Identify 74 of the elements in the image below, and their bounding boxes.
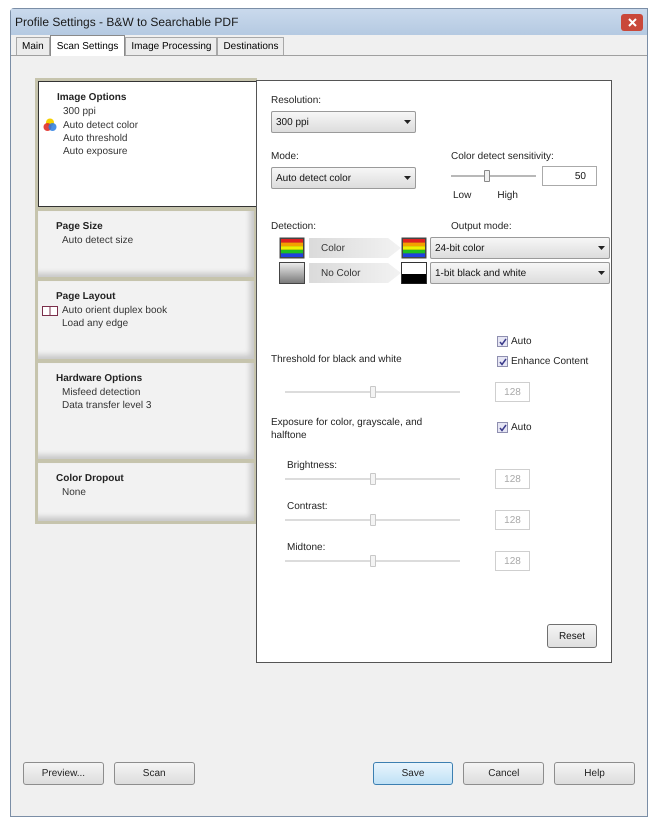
item-title: Hardware Options	[56, 372, 144, 386]
close-icon	[628, 18, 636, 26]
dropdown-arrow-icon	[598, 246, 605, 250]
checkbox-label: Enhance Content	[511, 355, 588, 369]
value-field[interactable]: 50	[542, 166, 597, 186]
color-circles-icon	[43, 118, 57, 132]
sidebar-item[interactable]: Color Dropout None	[38, 463, 254, 521]
field-label: Output mode:	[451, 220, 512, 234]
slider-label: Brightness:	[286, 459, 338, 473]
window-title: Profile Settings - B&W to Searchable PDF	[15, 14, 238, 31]
tab[interactable]: Main	[16, 37, 50, 55]
sidebar-item[interactable]: Page Layout Auto orient duplex book Load any edge	[38, 281, 254, 359]
slider[interactable]	[451, 170, 536, 182]
sidebar-item[interactable]: Page Size Auto detect size	[38, 211, 254, 277]
reset-button[interactable]: Reset	[547, 624, 597, 648]
slider[interactable]	[285, 555, 460, 567]
section-label: Threshold for black and white	[271, 353, 403, 367]
dialog-button[interactable]: Help	[554, 762, 635, 785]
sidebar-item[interactable]: Hardware Options Misfeed detection Data transfer level 3	[38, 363, 254, 459]
dropdown[interactable]: 24-bit color	[430, 237, 610, 259]
slider[interactable]	[285, 473, 460, 485]
field-label: Detection:	[271, 220, 318, 234]
slider-label: Midtone:	[286, 541, 326, 555]
field-label: Mode:	[271, 150, 300, 164]
tab[interactable]: Image Processing	[125, 37, 218, 55]
arrow-label: Color	[309, 238, 401, 258]
arrow-label: No Color	[309, 263, 401, 283]
output-swatch-icon	[401, 262, 427, 284]
item-detail: Load any edge	[62, 317, 128, 330]
item-detail: Auto exposure	[63, 145, 128, 158]
dialog-button[interactable]: Cancel	[463, 762, 544, 785]
item-detail: Data transfer level 3	[62, 399, 152, 412]
dropdown[interactable]: 300 ppi	[271, 111, 416, 133]
item-detail: Auto orient duplex book	[62, 304, 168, 317]
dropdown-arrow-icon	[598, 271, 605, 275]
tab[interactable]: Scan Settings	[50, 35, 126, 56]
item-detail: Auto detect size	[62, 234, 134, 247]
color-swatch-icon	[279, 237, 305, 259]
item-detail: None	[62, 486, 86, 499]
field-label: Resolution:	[271, 94, 322, 108]
tab[interactable]: Destinations	[217, 37, 284, 55]
checkbox-label: Auto	[511, 335, 532, 349]
color-swatch-icon	[279, 262, 305, 284]
checkmark-icon	[498, 338, 506, 346]
dialog-button[interactable]: Save	[372, 762, 454, 785]
item-title: Page Size	[56, 220, 104, 234]
item-detail: Misfeed detection	[62, 386, 140, 399]
checkbox-label: Auto	[511, 421, 532, 435]
field-label: Color detect sensitivity:	[451, 150, 555, 164]
slider-label: Contrast:	[286, 500, 329, 514]
item-detail: Auto detect color	[63, 118, 138, 132]
checkmark-icon	[498, 424, 506, 432]
item-title: Color Dropout	[56, 472, 125, 486]
slider[interactable]	[285, 386, 460, 398]
close-button[interactable]	[621, 14, 643, 30]
output-swatch-icon	[401, 237, 427, 259]
item-detail: Auto threshold	[63, 132, 128, 145]
item-detail: 300 ppi	[63, 105, 96, 118]
checkbox[interactable]	[497, 422, 508, 433]
dropdown-arrow-icon	[404, 176, 411, 180]
section-label: Exposure for color, grayscale, and halftone	[271, 416, 424, 442]
dropdown[interactable]: Auto detect color	[271, 167, 416, 189]
dropdown[interactable]: 1-bit black and white	[430, 262, 610, 284]
slider-label: High	[497, 189, 518, 203]
dialog-button[interactable]: Preview...	[23, 762, 104, 785]
item-title: Image Options	[57, 91, 128, 105]
checkmark-icon	[498, 358, 506, 366]
slider-thumb[interactable]	[484, 170, 490, 182]
dialog-button[interactable]: Scan	[114, 762, 195, 785]
open-book-icon	[42, 306, 58, 316]
slider[interactable]	[285, 514, 460, 526]
dropdown-arrow-icon	[404, 120, 411, 124]
item-title: Page Layout	[56, 290, 116, 304]
slider-label: Low	[453, 189, 472, 203]
